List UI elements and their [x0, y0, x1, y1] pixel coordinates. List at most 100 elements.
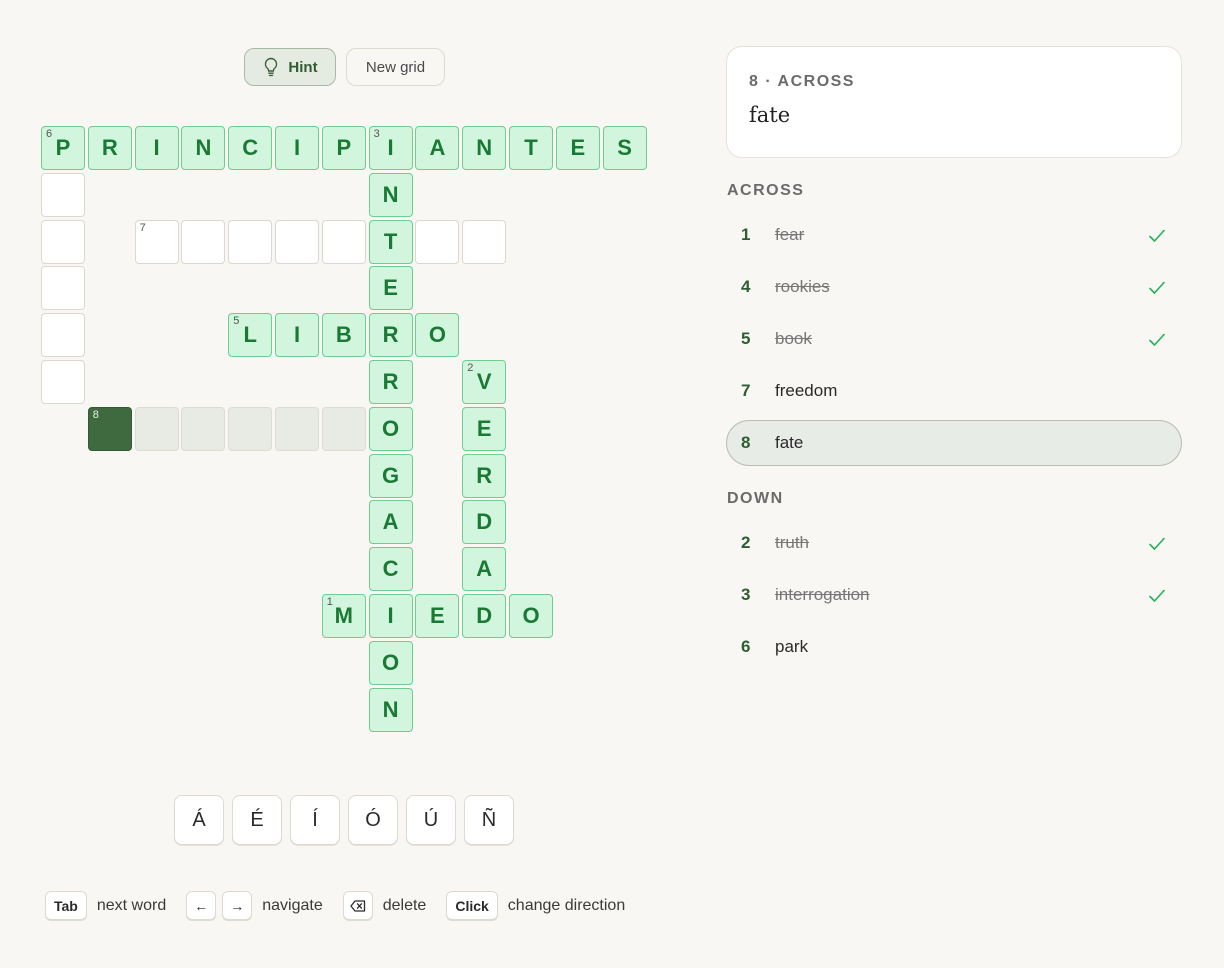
- down-clue-3[interactable]: 3 interrogation: [726, 572, 1182, 618]
- grid-cell[interactable]: O: [415, 313, 460, 358]
- grid-cell[interactable]: P: [321, 126, 366, 170]
- cell-letter: O: [428, 322, 446, 348]
- grid-cell[interactable]: [321, 219, 366, 264]
- grid-cell[interactable]: N: [368, 687, 413, 732]
- tab-shortcut-label: next word: [96, 896, 167, 914]
- grid-cell[interactable]: 7: [134, 219, 179, 264]
- grid-cell[interactable]: R: [87, 126, 132, 170]
- grid-cell[interactable]: N: [181, 126, 226, 170]
- grid-cell[interactable]: G: [368, 453, 413, 498]
- grid-cell[interactable]: 3I: [368, 126, 413, 170]
- grid-cell[interactable]: S: [602, 126, 647, 170]
- grid-cell[interactable]: 5L: [228, 313, 273, 358]
- grid-cell-cursor[interactable]: 8: [87, 406, 132, 451]
- grid-cell[interactable]: [228, 406, 273, 451]
- backspace-key: [342, 891, 373, 920]
- accent-key[interactable]: Í: [290, 795, 340, 845]
- grid-cell[interactable]: N: [462, 126, 507, 170]
- grid-cell[interactable]: I: [134, 126, 179, 170]
- grid-cell[interactable]: O: [368, 640, 413, 685]
- grid-cell[interactable]: [415, 219, 460, 264]
- click-key: Click: [446, 891, 498, 920]
- grid-cell[interactable]: [181, 406, 226, 451]
- grid-cell[interactable]: [134, 406, 179, 451]
- grid-cell[interactable]: N: [368, 172, 413, 217]
- current-clue-card: 8 · ACROSS fate: [726, 46, 1182, 158]
- clue-number: 6: [741, 637, 751, 656]
- cell-letter: T: [383, 228, 398, 254]
- grid-cell[interactable]: [275, 406, 319, 451]
- grid-cell[interactable]: E: [415, 594, 460, 638]
- grid-cell[interactable]: O: [509, 594, 553, 638]
- accent-key[interactable]: Ú: [406, 795, 456, 845]
- grid-cell[interactable]: I: [275, 126, 319, 170]
- grid-cell[interactable]: T: [368, 219, 413, 264]
- grid-cell[interactable]: [41, 360, 85, 404]
- grid-cell[interactable]: [228, 219, 273, 264]
- across-clue-5[interactable]: 5 book: [726, 316, 1182, 362]
- grid-cell[interactable]: T: [509, 126, 553, 170]
- across-clue-1[interactable]: 1 fear: [726, 212, 1182, 258]
- grid-cell[interactable]: [275, 219, 319, 264]
- cell-letter: C: [382, 556, 399, 582]
- across-clue-8[interactable]: 8 fate: [726, 420, 1182, 466]
- grid-cell[interactable]: [181, 219, 226, 264]
- cell-letter: P: [55, 135, 71, 160]
- grid-cell[interactable]: [41, 219, 85, 264]
- clue-text: rookies: [775, 277, 830, 296]
- grid-cell[interactable]: 6P: [41, 126, 85, 170]
- grid-cell[interactable]: 2V: [462, 360, 507, 404]
- grid-cell[interactable]: R: [462, 453, 507, 498]
- clue-text: freedom: [775, 381, 838, 400]
- grid-cell[interactable]: E: [462, 406, 507, 451]
- cell-clue-number: 8: [92, 408, 99, 421]
- clue-number: 7: [741, 381, 751, 400]
- accent-key[interactable]: Ó: [348, 795, 398, 845]
- grid-cell[interactable]: I: [368, 594, 413, 638]
- cell-letter: P: [336, 135, 352, 160]
- grid-cell[interactable]: B: [321, 313, 366, 358]
- across-clue-4[interactable]: 4 rookies: [726, 264, 1182, 310]
- cell-letter: O: [382, 415, 400, 441]
- grid-cell[interactable]: [41, 313, 85, 358]
- grid-cell[interactable]: E: [555, 126, 600, 170]
- grid-cell[interactable]: R: [368, 360, 413, 404]
- grid-cell[interactable]: D: [462, 594, 507, 638]
- accent-key[interactable]: É: [232, 795, 282, 845]
- clue-number: 4: [741, 277, 751, 296]
- grid-cell[interactable]: E: [368, 266, 413, 311]
- current-clue-text: fate: [749, 103, 791, 127]
- grid-cell[interactable]: C: [228, 126, 273, 170]
- grid-cell[interactable]: C: [368, 547, 413, 592]
- navigate-shortcut-label: navigate: [262, 896, 323, 914]
- grid-cell[interactable]: [41, 266, 85, 311]
- cell-letter: T: [524, 135, 538, 160]
- cell-letter: O: [382, 649, 400, 675]
- grid-cell[interactable]: A: [462, 547, 507, 592]
- down-clue-2[interactable]: 2 truth: [726, 520, 1182, 566]
- grid-cell[interactable]: [321, 406, 366, 451]
- grid-cell[interactable]: A: [368, 500, 413, 545]
- cell-clue-number: 3: [373, 128, 380, 140]
- clue-number: 1: [741, 225, 751, 244]
- accent-key[interactable]: Á: [174, 795, 224, 845]
- cell-letter: D: [476, 603, 493, 628]
- grid-cell[interactable]: D: [462, 500, 507, 545]
- across-clue-7[interactable]: 7 freedom: [726, 368, 1182, 414]
- left-arrow-key: ←: [186, 891, 217, 920]
- grid-cell[interactable]: O: [368, 406, 413, 451]
- down-clue-6[interactable]: 6 park: [726, 624, 1182, 670]
- grid-cell[interactable]: 1M: [321, 594, 366, 638]
- cell-letter: E: [570, 135, 586, 160]
- cell-letter: O: [522, 603, 540, 628]
- grid-cell[interactable]: R: [368, 313, 413, 358]
- cell-letter: I: [387, 135, 394, 160]
- grid-cell[interactable]: I: [275, 313, 319, 358]
- accent-key[interactable]: Ñ: [464, 795, 514, 845]
- cell-letter: A: [382, 509, 399, 535]
- cell-letter: B: [335, 322, 352, 348]
- grid-cell[interactable]: A: [415, 126, 460, 170]
- grid-cell[interactable]: [462, 219, 507, 264]
- cell-letter: C: [242, 135, 259, 160]
- grid-cell[interactable]: [41, 172, 85, 217]
